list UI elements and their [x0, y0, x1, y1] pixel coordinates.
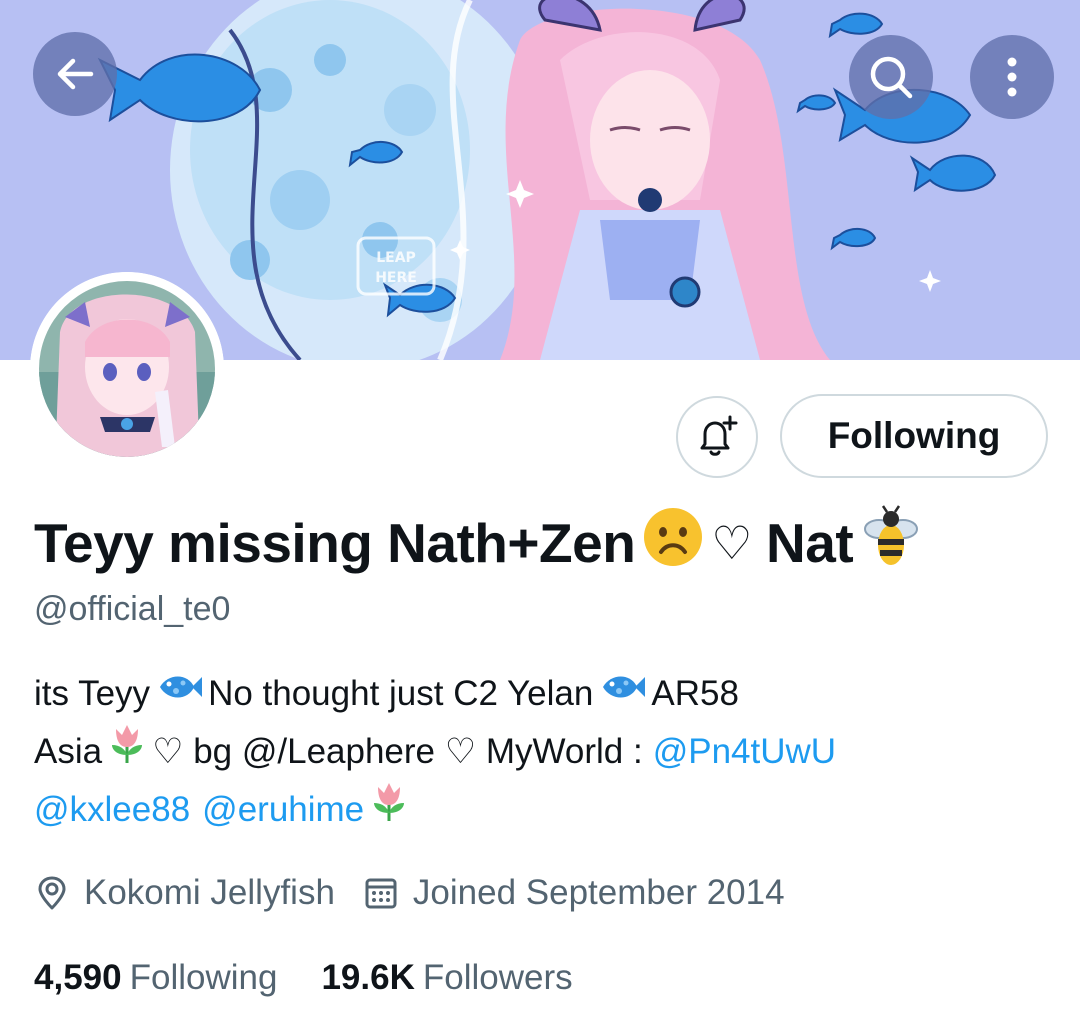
- more-vertical-icon: [1007, 57, 1017, 97]
- display-name-suffix: Nat: [766, 512, 854, 574]
- mention-link[interactable]: @eruhime: [202, 781, 364, 839]
- following-label: Following: [129, 958, 278, 997]
- search-icon: [870, 56, 913, 99]
- bio-text: its Teyy: [34, 674, 151, 713]
- arrow-left-icon: [57, 58, 94, 90]
- notifications-button[interactable]: [676, 396, 758, 478]
- search-button[interactable]: [849, 35, 933, 119]
- location-pin-icon: [38, 876, 66, 910]
- bio-text: Asia: [34, 732, 103, 771]
- following-button[interactable]: Following: [780, 394, 1048, 478]
- sad-face-icon: [641, 505, 705, 582]
- display-name-heart: ♡: [711, 516, 753, 570]
- avatar-image: [30, 272, 224, 466]
- bio-text: ♡ bg @/Leaphere ♡ MyWorld :: [152, 732, 643, 771]
- fish-icon: [597, 665, 647, 723]
- bio-text: No thought just C2 Yelan: [208, 674, 594, 713]
- user-handle: @official_te0: [34, 590, 231, 628]
- followers-count: 19.6K: [321, 958, 415, 997]
- bio-line-1: its Teyy No thought just C2 Yelan AR58: [34, 665, 1044, 723]
- followers-stat-link[interactable]: 19.6K Followers: [321, 958, 572, 998]
- bio-text: AR58: [651, 674, 739, 713]
- profile-bio: its Teyy No thought just C2 Yelan AR58 A…: [34, 665, 1044, 839]
- joined-item: Joined September 2014: [363, 873, 785, 913]
- followers-label: Followers: [422, 958, 573, 997]
- back-button[interactable]: [33, 32, 117, 116]
- display-name-text: Teyy missing Nath+Zen: [34, 512, 636, 574]
- bio-line-2: Asia ♡ bg @/Leaphere ♡ MyWorld : @Pn4tUw…: [34, 723, 1044, 781]
- profile-stats: 4,590 Following 19.6K Followers: [34, 950, 617, 1006]
- bio-line-3: @kxlee88 @eruhime: [34, 781, 1044, 839]
- more-options-button[interactable]: [970, 35, 1054, 119]
- joined-text: Joined September 2014: [412, 873, 785, 912]
- fish-icon: [154, 665, 204, 723]
- bell-plus-icon: [700, 415, 738, 456]
- svg-text:HERE: HERE: [375, 270, 417, 286]
- profile-avatar[interactable]: [30, 272, 224, 466]
- svg-text:LEAP: LEAP: [376, 250, 416, 266]
- bee-icon: [859, 504, 923, 582]
- following-stat-link[interactable]: 4,590 Following: [34, 958, 277, 998]
- mention-link[interactable]: @kxlee88: [34, 781, 190, 839]
- following-count: 4,590: [34, 958, 122, 997]
- location-text: Kokomi Jellyfish: [84, 873, 335, 912]
- profile-meta: Kokomi Jellyfish Joined September 2014: [34, 866, 813, 920]
- mention-link[interactable]: @Pn4tUwU: [653, 723, 836, 781]
- tulip-icon: [106, 721, 148, 783]
- display-name: Teyy missing Nath+Zen ♡ Nat: [34, 504, 929, 578]
- location-item: Kokomi Jellyfish: [34, 873, 335, 913]
- tulip-icon: [368, 779, 410, 841]
- calendar-icon: [365, 878, 397, 909]
